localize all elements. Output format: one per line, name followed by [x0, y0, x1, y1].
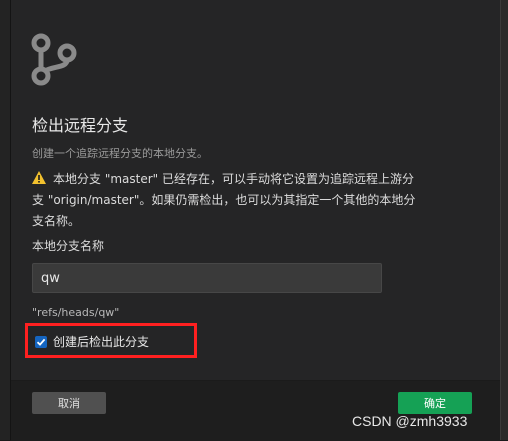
checkout-after-create-label: 创建后检出此分支 [53, 335, 150, 349]
warning-icon [32, 171, 46, 184]
dialog-subtitle: 创建一个追踪远程分支的本地分支。 [32, 147, 208, 160]
warning-text-line-1: 本地分支 "master" 已经存在，可以手动将它设置为追踪远程上游分 [53, 172, 414, 186]
background-window-right [500, 0, 508, 440]
ok-button[interactable]: 确定 [398, 392, 472, 414]
watermark-text: CSDN @zmh3933 [352, 413, 468, 429]
ref-path-text: "refs/heads/qw" [32, 306, 120, 319]
cancel-button[interactable]: 取消 [32, 392, 106, 414]
warning-text-line-2: 支 "origin/master"。如果仍需检出，也可以为其指定一个其他的本地分 [32, 193, 416, 207]
background-window-left [0, 0, 10, 440]
background-divider-right [500, 0, 501, 440]
checkout-after-create-option[interactable]: 创建后检出此分支 [35, 333, 149, 350]
branch-name-label: 本地分支名称 [32, 239, 105, 253]
git-branch-icon [31, 33, 77, 86]
checkout-after-create-checkbox[interactable] [35, 335, 47, 348]
checkmark-icon [36, 338, 46, 346]
warning-message: 本地分支 "master" 已经存在，可以手动将它设置为追踪远程上游分 支 "o… [32, 169, 484, 232]
checkout-remote-branch-dialog: 检出远程分支 创建一个追踪远程分支的本地分支。 本地分支 "master" 已经… [11, 0, 500, 441]
branch-name-input[interactable] [32, 263, 382, 293]
dialog-title: 检出远程分支 [32, 116, 129, 135]
warning-text-line-3: 支名称。 [32, 214, 81, 228]
